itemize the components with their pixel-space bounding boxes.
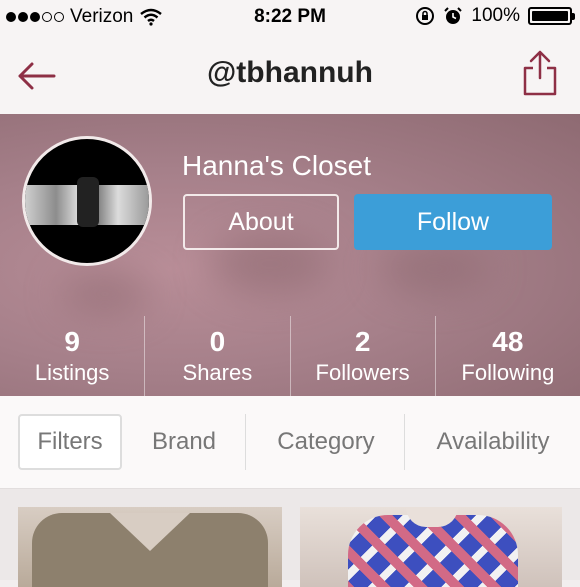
- rotation-lock-icon: [416, 7, 435, 25]
- share-icon[interactable]: [520, 48, 560, 98]
- divider: [245, 414, 246, 470]
- alarm-icon: [444, 7, 463, 24]
- follow-button[interactable]: Follow: [354, 194, 552, 250]
- filter-bar: Filters Brand Category Availability: [0, 396, 580, 489]
- stat-label: Following: [461, 360, 555, 385]
- battery-percent: 100%: [471, 5, 520, 26]
- brand-filter[interactable]: Brand: [132, 414, 236, 470]
- stat-following[interactable]: 48 Following: [436, 316, 580, 396]
- about-button[interactable]: About: [183, 194, 339, 250]
- listing-grid: [0, 489, 580, 587]
- stat-followers[interactable]: 2 Followers: [291, 316, 436, 396]
- avatar[interactable]: [22, 136, 152, 266]
- availability-filter[interactable]: Availability: [410, 414, 576, 470]
- profile-stats: 9 Listings 0 Shares 2 Followers 48 Follo…: [0, 314, 580, 396]
- stat-label: Listings: [34, 360, 110, 385]
- stat-listings[interactable]: 9 Listings: [0, 316, 146, 396]
- category-filter[interactable]: Category: [250, 414, 402, 470]
- closet-name: Hanna's Closet: [182, 150, 371, 181]
- listing-thumbnail[interactable]: [300, 507, 562, 587]
- stat-shares[interactable]: 0 Shares: [145, 316, 291, 396]
- battery-icon: [528, 7, 575, 25]
- stat-value: 2: [354, 326, 371, 357]
- stat-value: 0: [209, 326, 226, 357]
- status-bar: Verizon 8:22 PM 100%: [0, 0, 580, 34]
- filters-button[interactable]: Filters: [18, 414, 122, 470]
- navigation-bar: @tbhannuh: [0, 34, 580, 115]
- page-title: @tbhannuh: [207, 56, 373, 89]
- stat-label: Followers: [315, 360, 410, 385]
- stat-label: Shares: [182, 360, 253, 385]
- listing-thumbnail[interactable]: [18, 507, 282, 587]
- stat-value: 48: [492, 326, 524, 357]
- divider: [404, 414, 405, 470]
- stat-value: 9: [64, 326, 80, 357]
- profile-header: Hanna's Closet About Follow 9 Listings 0…: [0, 114, 580, 396]
- status-right: 100%: [415, 5, 575, 27]
